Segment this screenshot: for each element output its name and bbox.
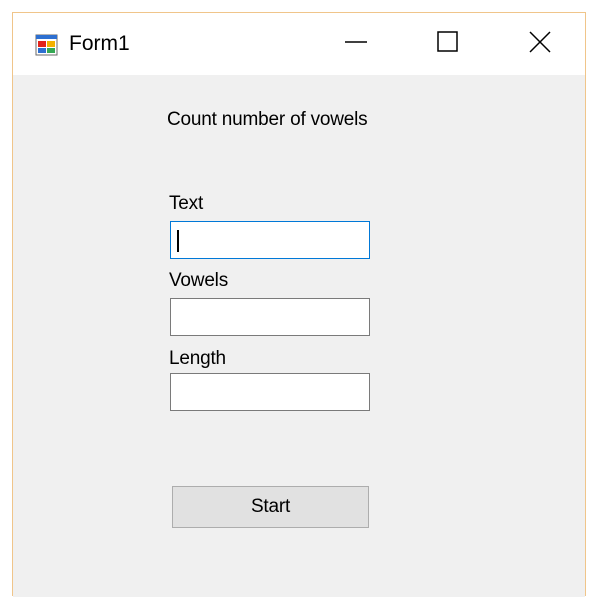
length-label: Length	[169, 348, 226, 369]
heading-label: Count number of vowels	[167, 109, 368, 130]
minimize-button[interactable]	[327, 13, 385, 75]
text-input[interactable]	[170, 221, 370, 259]
close-icon	[528, 30, 552, 59]
start-button-label: Start	[250, 496, 291, 517]
close-button[interactable]	[511, 13, 569, 75]
vowels-label: Vowels	[169, 270, 229, 291]
window-title: Form1	[69, 32, 130, 55]
text-label: Text	[169, 193, 204, 214]
minimize-icon	[344, 30, 368, 59]
form-window: Form1 Count number of vowels Text Vowels…	[12, 12, 586, 597]
start-button[interactable]: Start	[172, 486, 369, 528]
winforms-app-icon	[35, 34, 58, 56]
length-input[interactable]	[170, 373, 370, 411]
vowels-input[interactable]	[170, 298, 370, 336]
form-client-area: Count number of vowels Text Vowels Lengt…	[13, 75, 585, 597]
text-caret	[177, 230, 179, 252]
maximize-button[interactable]	[419, 13, 477, 75]
maximize-icon	[436, 30, 460, 59]
title-bar[interactable]: Form1	[13, 13, 585, 75]
